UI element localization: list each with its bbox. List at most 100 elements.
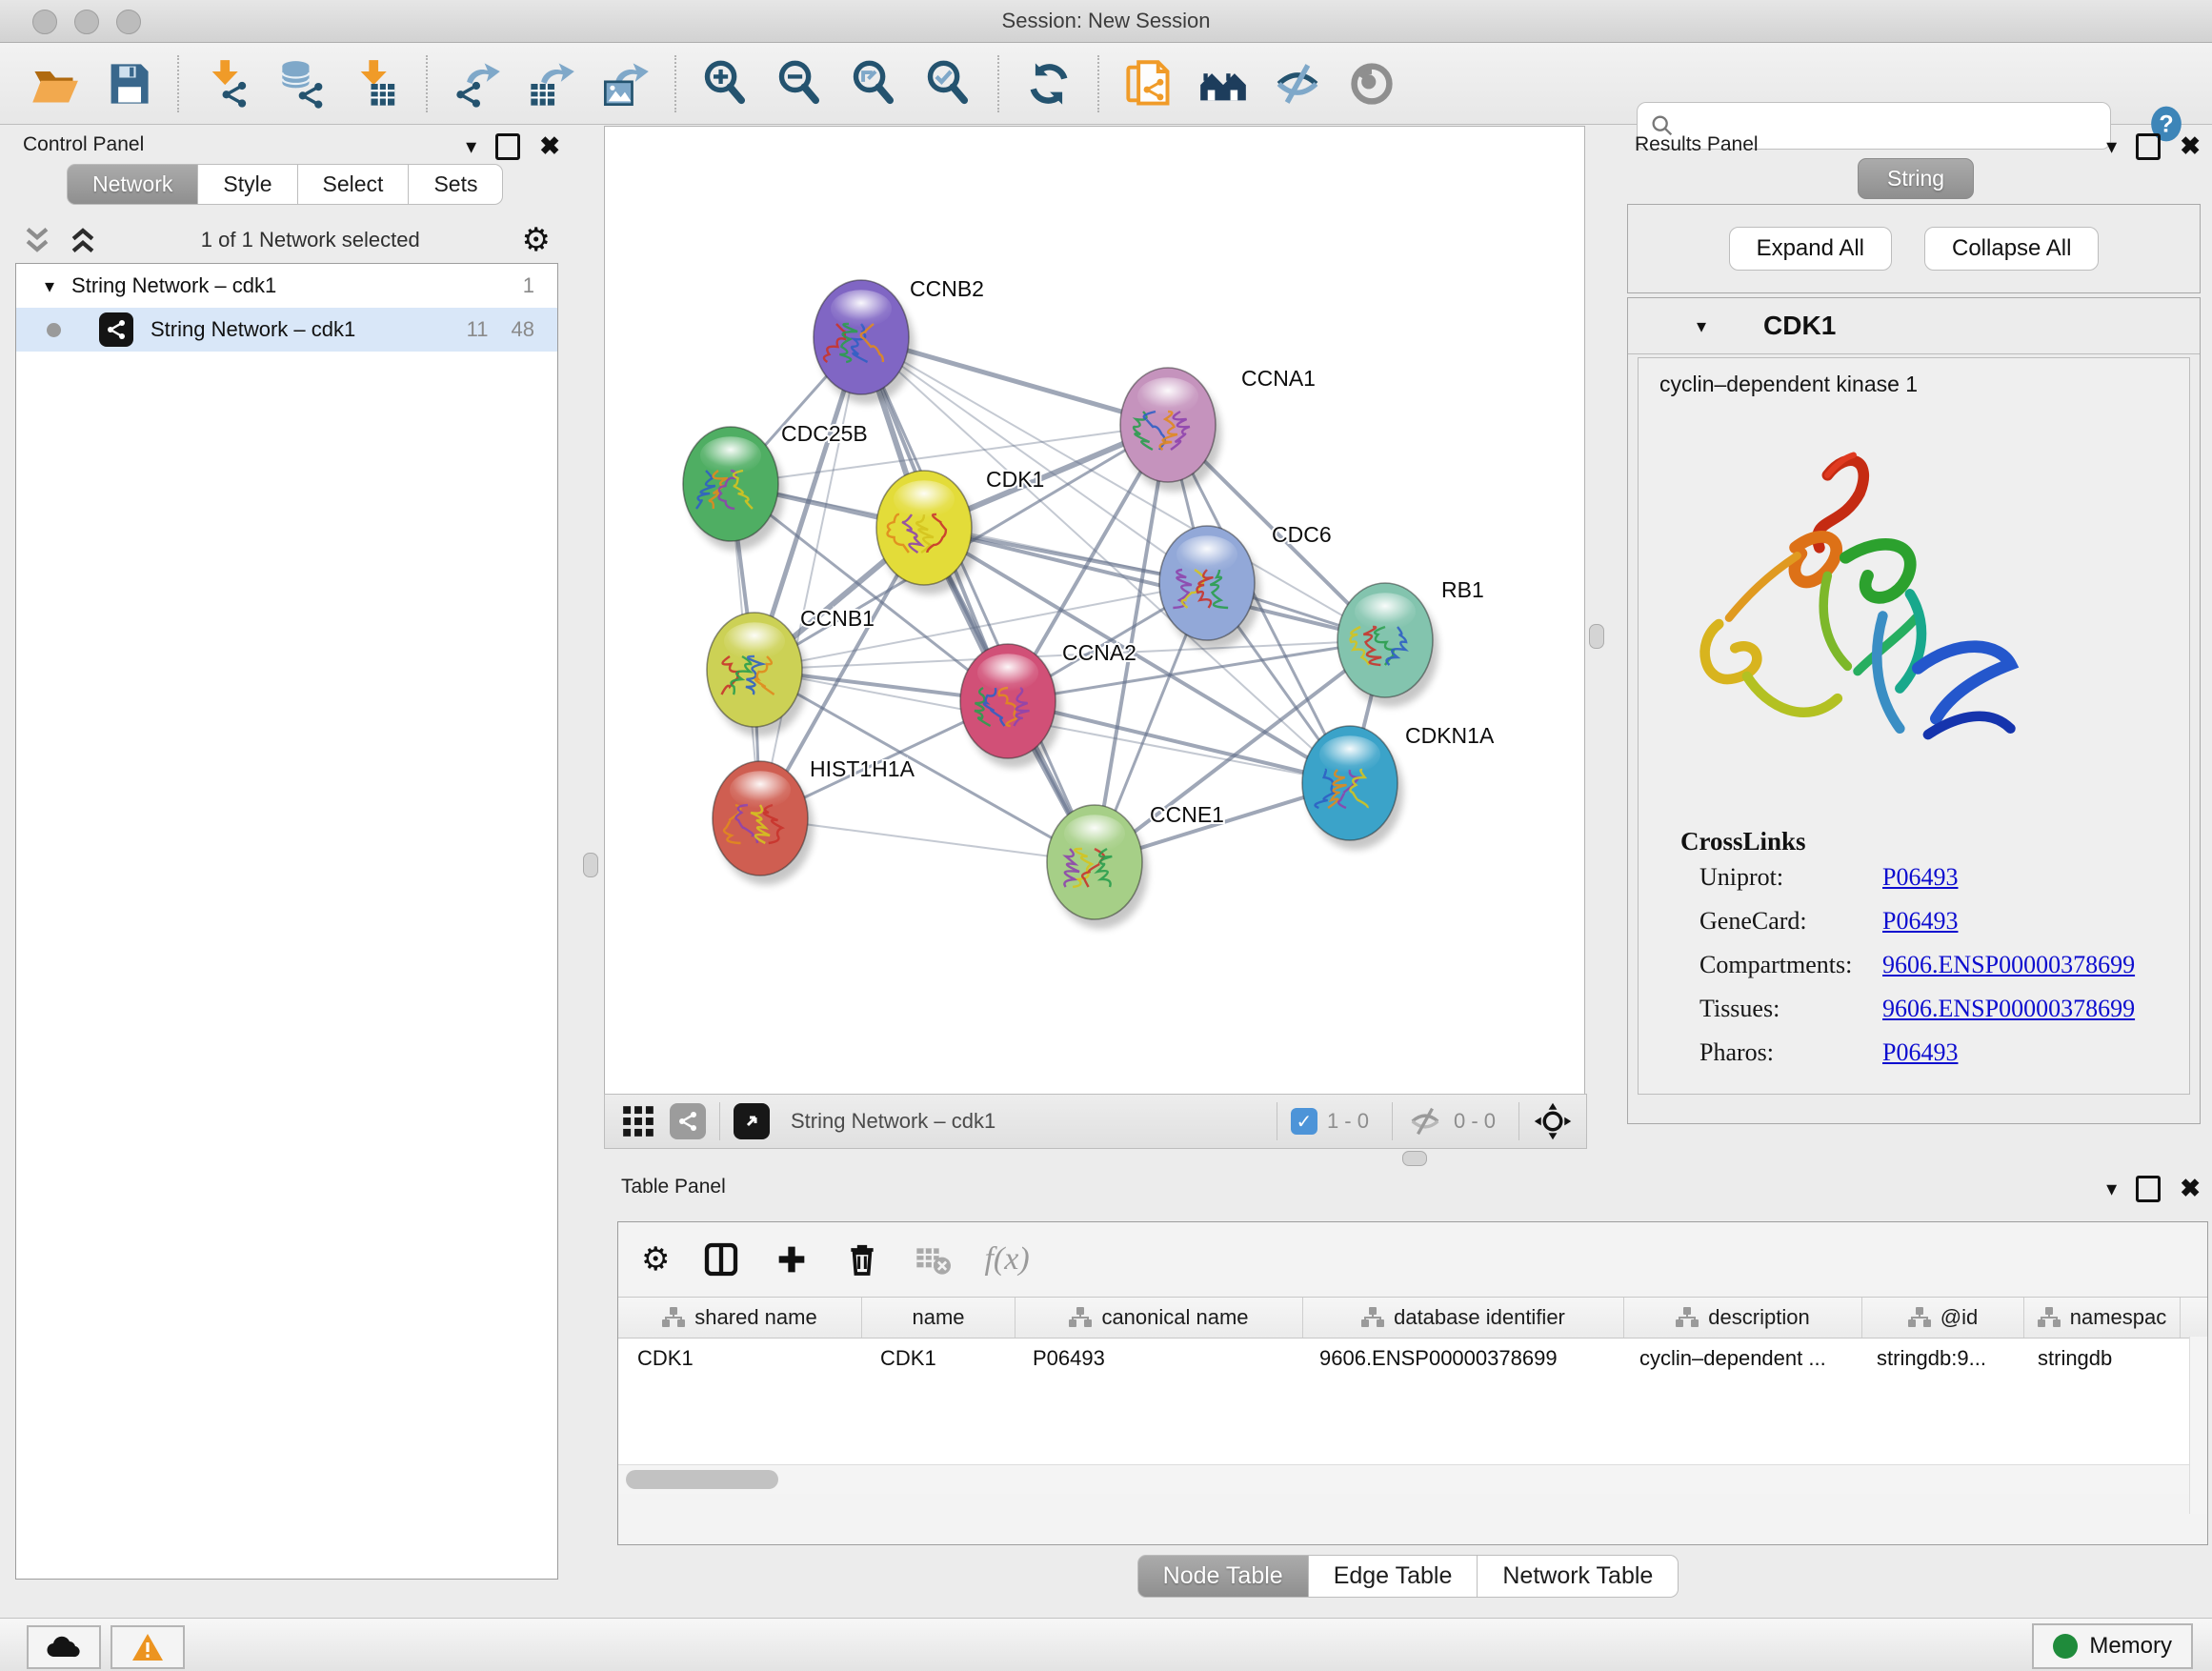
crosslink-compartments-link[interactable]: 9606.ENSP00000378699 — [1882, 951, 2135, 979]
string-network-graph[interactable]: CCNB2 CCNA1 CDC25B CDK1 CDC6 RB1 CCNB1 — [605, 127, 1584, 1095]
zoom-out-button[interactable] — [773, 56, 828, 111]
edge-CCNB2-CCNE1[interactable] — [861, 337, 1095, 862]
collapse-all-icon[interactable] — [21, 224, 53, 256]
node-result-header[interactable]: ▾ CDK1 — [1628, 298, 2200, 354]
column-header-name[interactable]: name — [862, 1298, 1016, 1338]
network-node-RB1[interactable]: RB1 — [1337, 577, 1484, 707]
column-label: shared name — [694, 1305, 816, 1330]
string-style-eye-button[interactable] — [1344, 56, 1399, 111]
scrollbar-thumb[interactable] — [626, 1470, 778, 1489]
glass-ball-effect-button[interactable] — [1270, 56, 1325, 111]
delete-column-icon[interactable] — [843, 1240, 881, 1278]
table-cell[interactable]: CDK1 — [618, 1339, 861, 1379]
open-session-button[interactable] — [27, 56, 82, 111]
crosslink-uniprot-link[interactable]: P06493 — [1882, 863, 1958, 892]
table-horizontal-scrollbar[interactable] — [618, 1465, 2207, 1494]
network-node-CDC25B[interactable]: CDC25B — [683, 421, 868, 551]
crosslink-pharos-link[interactable]: P06493 — [1882, 1038, 1958, 1067]
network-node-CCNB2[interactable]: CCNB2 — [814, 276, 984, 404]
fit-network-crosshair-icon[interactable] — [1533, 1101, 1573, 1141]
column-header-namespac[interactable]: namespac — [2024, 1298, 2181, 1338]
control-panel-close-icon[interactable]: ✖ — [539, 131, 560, 161]
export-network-button[interactable] — [450, 56, 505, 111]
table-cell[interactable]: 9606.ENSP00000378699 — [1300, 1339, 1620, 1379]
zoom-selected-button[interactable] — [921, 56, 976, 111]
tree-expander-icon[interactable]: ▾ — [45, 274, 54, 298]
network-node-CDC6[interactable]: CDC6 — [1159, 522, 1332, 650]
network-node-CDK1[interactable]: CDK1 — [876, 467, 1044, 594]
tab-edge-table[interactable]: Edge Table — [1309, 1555, 1478, 1598]
column-header-@id[interactable]: @id — [1862, 1298, 2024, 1338]
crosslink-genecard-link[interactable]: P06493 — [1882, 907, 1958, 936]
network-options-gear-icon[interactable]: ⚙ — [522, 221, 551, 259]
edge-CCNB2-HIST1H1A[interactable] — [760, 337, 861, 818]
column-header-canonical-name[interactable]: canonical name — [1016, 1298, 1303, 1338]
tab-string[interactable]: String — [1858, 158, 1974, 199]
crosslink-tissues-link[interactable]: 9606.ENSP00000378699 — [1882, 995, 2135, 1023]
tab-sets[interactable]: Sets — [409, 164, 503, 205]
table-panel-collapse-icon[interactable]: ▾ — [2106, 1177, 2117, 1201]
table-row[interactable]: CDK1CDK1P064939606.ENSP00000378699cyclin… — [618, 1339, 2207, 1379]
table-cell[interactable]: cyclin–dependent ... — [1620, 1339, 1858, 1379]
results-panel-close-icon[interactable]: ✖ — [2180, 131, 2201, 161]
memory-button[interactable]: Memory — [2032, 1623, 2193, 1669]
string-document-button[interactable] — [1121, 56, 1176, 111]
results-panel-float-icon[interactable] — [2136, 133, 2161, 160]
table-cell[interactable]: P06493 — [1014, 1339, 1300, 1379]
table-cell[interactable]: stringdb:9... — [1858, 1339, 2019, 1379]
import-table-button[interactable] — [350, 56, 405, 111]
collection-count: 1 — [523, 273, 534, 298]
network-node-CDKN1A[interactable]: CDKN1A — [1302, 723, 1495, 850]
zoom-in-button[interactable] — [698, 56, 754, 111]
add-column-icon[interactable] — [773, 1240, 811, 1278]
table-panel-close-icon[interactable]: ✖ — [2180, 1174, 2201, 1203]
zoom-fit-button[interactable] — [847, 56, 902, 111]
import-network-database-button[interactable] — [275, 56, 331, 111]
export-image-button[interactable] — [598, 56, 654, 111]
control-panel-collapse-icon[interactable]: ▾ — [466, 134, 476, 159]
birds-eye-view-icon[interactable] — [734, 1103, 770, 1139]
tab-network-table[interactable]: Network Table — [1478, 1555, 1679, 1598]
network-collection-row[interactable]: ▾ String Network – cdk1 1 — [16, 264, 557, 308]
home-button[interactable] — [1196, 56, 1251, 111]
export-table-button[interactable] — [524, 56, 579, 111]
table-options-gear-icon[interactable]: ⚙ — [641, 1240, 670, 1278]
network-view-canvas[interactable]: CCNB2 CCNA1 CDC25B CDK1 CDC6 RB1 CCNB1 — [604, 126, 1585, 1096]
show-columns-icon[interactable] — [702, 1240, 740, 1278]
grid-view-icon[interactable] — [620, 1103, 656, 1139]
network-node-CCNE1[interactable]: CCNE1 — [1047, 802, 1224, 929]
network-node-CCNA2[interactable]: CCNA2 — [960, 640, 1136, 768]
table-vertical-scrollbar[interactable] — [2189, 1337, 2207, 1514]
column-header-database-identifier[interactable]: database identifier — [1303, 1298, 1624, 1338]
tab-style[interactable]: Style — [198, 164, 297, 205]
table-cell[interactable]: CDK1 — [861, 1339, 1014, 1379]
network-node-HIST1H1A[interactable]: HIST1H1A — [713, 756, 915, 885]
control-panel-float-icon[interactable] — [495, 133, 520, 160]
table-cell[interactable]: stringdb — [2019, 1339, 2174, 1379]
results-panel-collapse-icon[interactable]: ▾ — [2106, 134, 2117, 159]
column-header-shared-name[interactable]: shared name — [618, 1298, 862, 1338]
refresh-button[interactable] — [1021, 56, 1076, 111]
collapse-all-button[interactable]: Collapse All — [1924, 227, 2099, 271]
column-header-description[interactable]: description — [1624, 1298, 1862, 1338]
bottom-splitter-handle[interactable] — [1402, 1151, 1427, 1166]
table-panel-float-icon[interactable] — [2136, 1176, 2161, 1202]
tab-node-table[interactable]: Node Table — [1137, 1555, 1309, 1598]
import-network-button[interactable] — [201, 56, 256, 111]
network-row-selected[interactable]: String Network – cdk1 11 48 — [16, 308, 557, 352]
tab-select[interactable]: Select — [298, 164, 410, 205]
selected-nodes-checkbox-icon[interactable]: ✓ — [1291, 1108, 1317, 1135]
network-view-icon[interactable] — [670, 1103, 706, 1139]
warning-button[interactable] — [111, 1625, 185, 1669]
entry-expander-icon[interactable]: ▾ — [1697, 314, 1706, 338]
save-session-button[interactable] — [101, 56, 156, 111]
right-splitter-handle[interactable] — [1589, 624, 1604, 649]
tab-network[interactable]: Network — [67, 164, 198, 205]
expand-all-button[interactable]: Expand All — [1729, 227, 1892, 271]
cloud-button[interactable] — [27, 1625, 101, 1669]
network-node-CCNB1[interactable]: CCNB1 — [707, 606, 875, 736]
table-body: CDK1CDK1P064939606.ENSP00000378699cyclin… — [618, 1339, 2207, 1465]
expand-all-icon[interactable] — [67, 224, 99, 256]
results-panel-title: Results Panel — [1635, 133, 1759, 156]
left-splitter-handle[interactable] — [583, 853, 598, 877]
